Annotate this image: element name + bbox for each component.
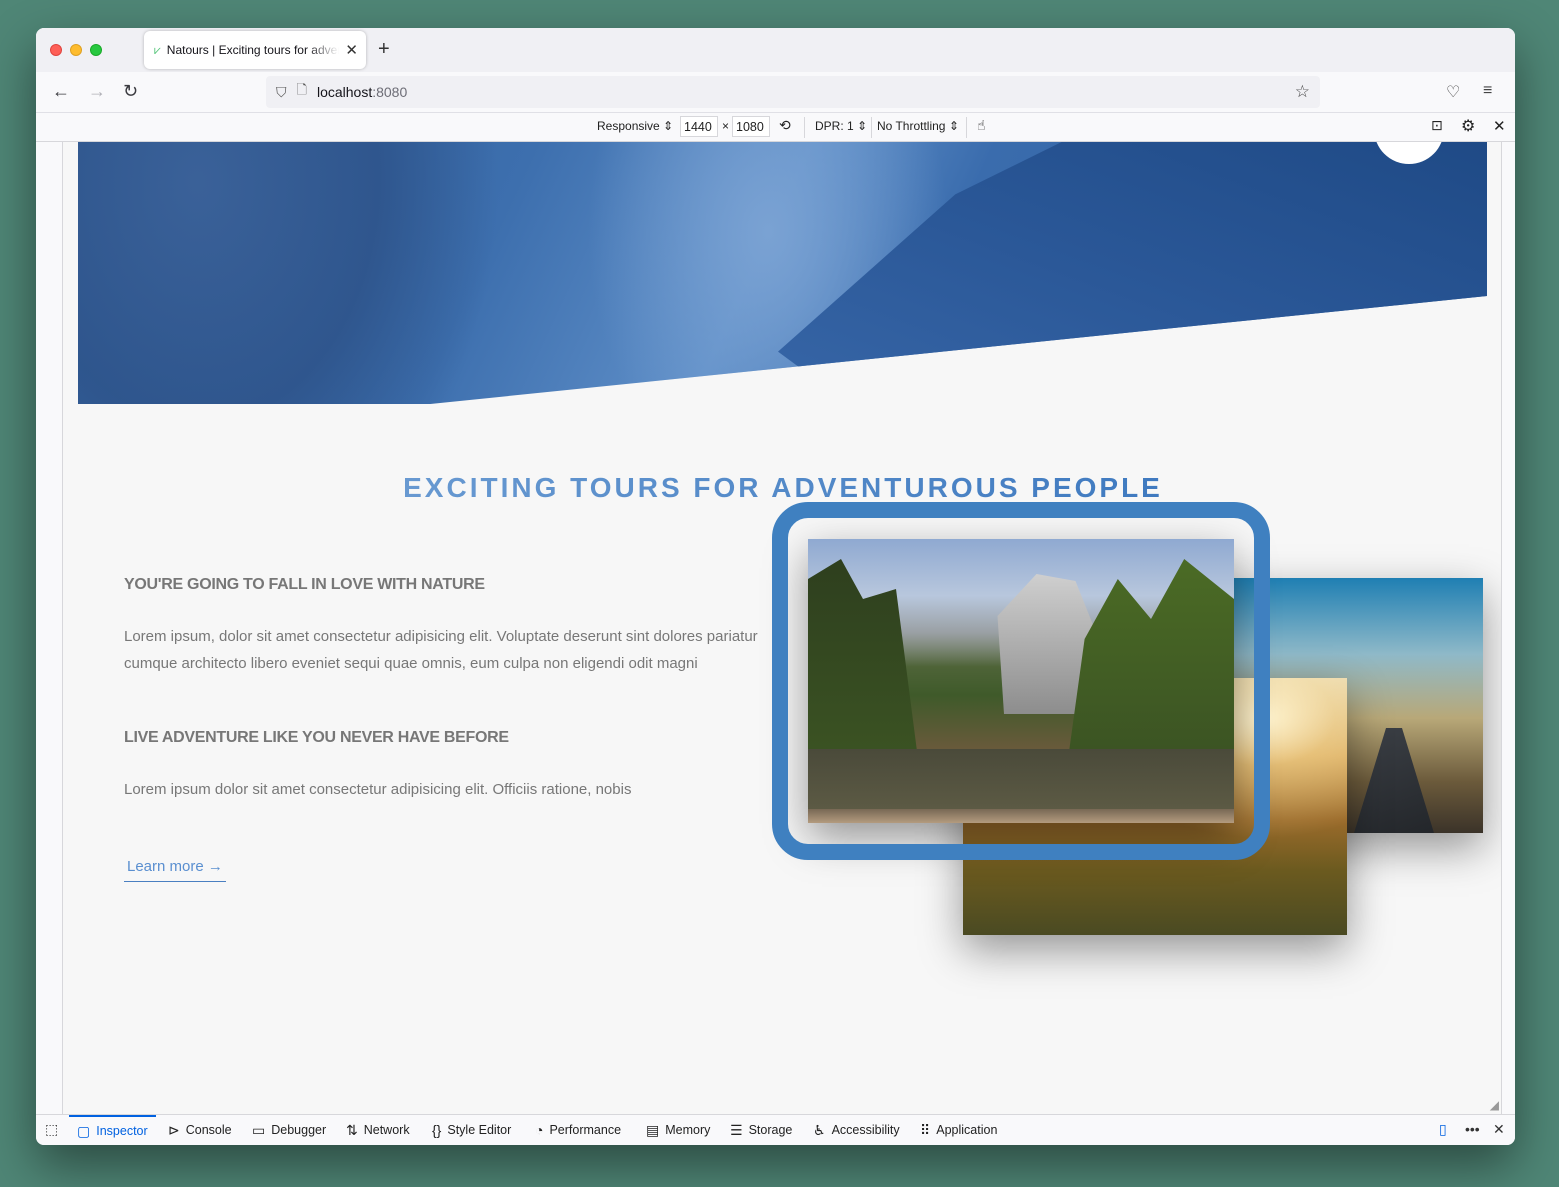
feature-text-nature: Lorem ipsum, dolor sit amet consectetur … [124,628,758,672]
devtools-tab-storage[interactable]: ☰ Storage [730,1115,792,1145]
storage-icon: ☰ [730,1121,743,1138]
toolbar-divider [966,117,967,138]
toolbar-divider [804,117,805,138]
network-icon: ⇅ [346,1121,358,1138]
road-shape [1354,728,1434,833]
site-favicon-icon: ⩗ [154,42,161,57]
url-text: localhost:8080 [316,84,408,100]
inspector-icon: ▢ [77,1122,91,1139]
devtools-toolbar: ⬚ ▢ Inspector ⊳ Console ▭ Debugger ⇅ Net… [36,1114,1515,1145]
tab-title: Natours | Exciting tours for adventurous… [166,43,340,57]
memory-icon: ▤ [646,1121,660,1138]
feature-text-adventure: Lorem ipsum dolor sit amet consectetur a… [124,781,632,798]
browser-tab[interactable]: ⩗ Natours | Exciting tours for adventuro… [144,31,366,69]
bookmark-star-icon[interactable]: ☆ [1295,82,1310,102]
console-icon: ⊳ [168,1121,180,1138]
hero-mountain-shape [778,142,1487,404]
dpr-select[interactable]: DPR: 1 ⇕ [815,119,867,133]
menu-icon[interactable]: ≡ [1483,82,1492,100]
toolbar-divider [871,117,872,138]
devtools-tab-inspector[interactable]: ▢ Inspector [69,1115,156,1145]
dimension-separator: × [722,119,730,133]
navigation-bar: ← → ↻ ⛉ 🗋 localhost:8080 ☆ ♡ ≡ [36,72,1515,113]
minimize-window-button[interactable] [70,44,82,56]
forward-button[interactable]: → [88,81,106,102]
devtools-tab-debugger[interactable]: ▭ Debugger [252,1115,326,1145]
back-button[interactable]: ← [52,81,70,102]
pocket-icon[interactable]: ♡ [1446,82,1460,102]
devtools-tab-network[interactable]: ⇅ Network [346,1115,410,1145]
page-viewport: EXCITING TOURS FOR ADVENTUROUS PEOPLE YO… [62,142,1502,1114]
feature-title-nature: YOU'RE GOING TO FALL IN LOVE WITH NATURE [124,576,485,593]
application-icon: ⠿ [920,1121,931,1138]
viewport-width-input[interactable]: 1440 [680,116,718,137]
screenshot-icon[interactable]: ⊡ [1431,117,1443,134]
learn-more-link[interactable]: Learn more → [124,856,226,882]
reload-button[interactable]: ↻ [123,81,138,102]
style-editor-icon: {} [432,1122,442,1138]
element-highlight-box [772,502,1270,860]
rotate-icon[interactable]: ⟲ [779,117,791,134]
close-tab-icon[interactable]: ✕ [345,41,358,59]
hero-rock-shape [78,142,498,404]
touch-simulation-icon[interactable]: ☝ [977,117,986,134]
devtools-tab-style-editor[interactable]: {} Style Editor [432,1115,511,1145]
feature-title-adventure: LIVE ADVENTURE LIKE YOU NEVER HAVE BEFOR… [124,729,509,746]
browser-window: ⩗ Natours | Exciting tours for adventuro… [36,28,1515,1145]
accessibility-icon: ♿ [813,1121,826,1138]
devtools-tab-application[interactable]: ⠿ Application [920,1115,997,1145]
element-picker-icon[interactable]: ⬚ [45,1121,58,1138]
page-icon: 🗋 [296,82,307,97]
debugger-icon: ▭ [252,1121,266,1138]
new-tab-button[interactable]: + [378,38,390,61]
performance-icon: ◔ [535,1122,544,1138]
close-devtools-icon[interactable]: ✕ [1493,1121,1505,1138]
devtools-tab-memory[interactable]: ▤ Memory [646,1115,710,1145]
viewport-resize-handle[interactable]: ◢ [1490,1098,1499,1112]
close-rdm-icon[interactable]: ✕ [1493,117,1506,135]
settings-gear-icon[interactable]: ⚙ [1461,116,1475,136]
devtools-tab-accessibility[interactable]: ♿ Accessibility [813,1115,900,1145]
tab-strip: ⩗ Natours | Exciting tours for adventuro… [36,28,1515,72]
throttling-select[interactable]: No Throttling ⇕ [877,119,959,133]
devtools-tab-performance[interactable]: ◔ Performance [535,1115,621,1145]
more-options-icon[interactable]: ••• [1465,1121,1480,1137]
device-select[interactable]: Responsive ⇕ [597,119,673,133]
hero-image [78,142,1487,404]
devtools-tab-console[interactable]: ⊳ Console [168,1115,232,1145]
close-window-button[interactable] [50,44,62,56]
url-bar[interactable]: ⛉ 🗋 localhost:8080 ☆ [266,76,1320,108]
viewport-height-input[interactable]: 1080 [732,116,770,137]
responsive-toolbar: Responsive ⇕ 1440 × 1080 ⟲ DPR: 1 ⇕ No T… [36,113,1515,142]
responsive-mode-icon[interactable]: ▯ [1439,1121,1447,1138]
section-heading: EXCITING TOURS FOR ADVENTUROUS PEOPLE [63,472,1501,504]
zoom-window-button[interactable] [90,44,102,56]
shield-icon[interactable]: ⛉ [276,84,287,101]
